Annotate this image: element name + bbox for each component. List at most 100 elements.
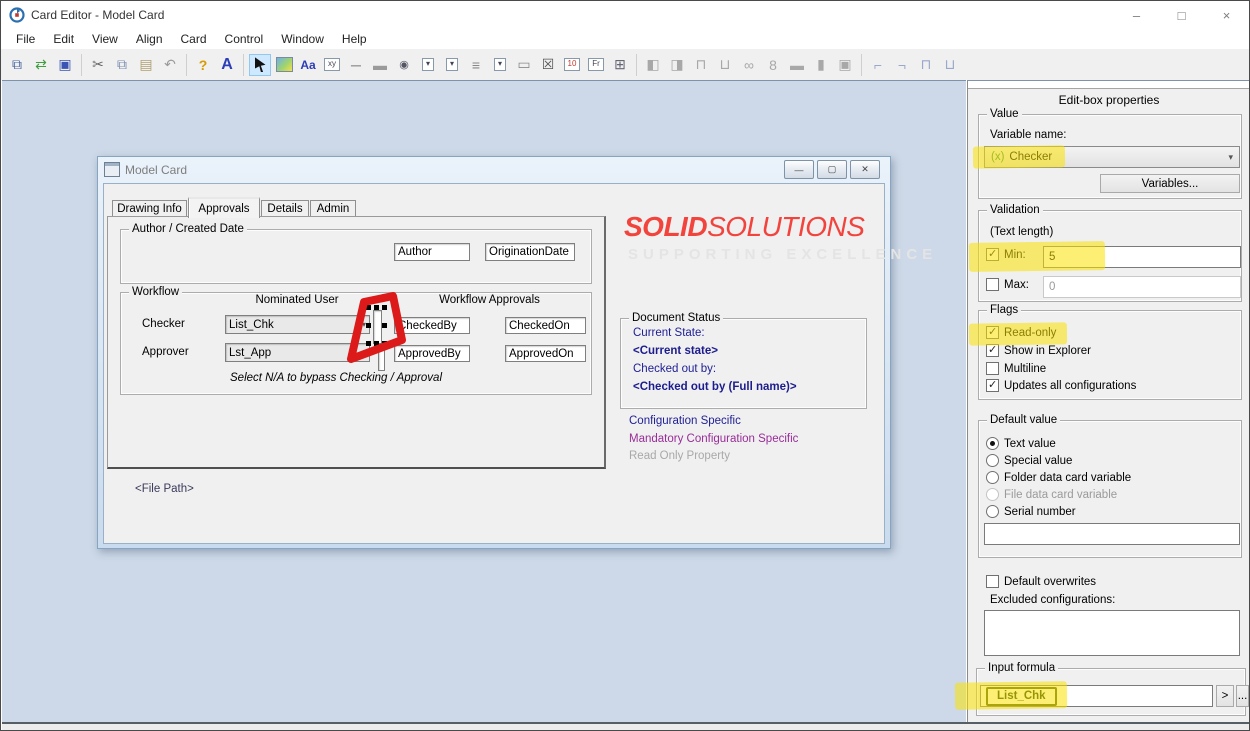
file-data-card-radio [986,488,999,501]
align-lefts-icon[interactable]: ◧ [642,54,664,76]
approver-narrow-editbox[interactable] [378,345,385,371]
checkedon-field[interactable]: CheckedOn [505,317,586,334]
tab-approvals[interactable]: Approvals [188,197,260,218]
approver-combo[interactable]: Lst_App [225,343,370,362]
menu-view[interactable]: View [83,30,127,48]
tab-admin[interactable]: Admin [310,200,356,217]
menu-card[interactable]: Card [172,30,216,48]
read-only-checkbox[interactable] [986,326,999,339]
formula-browse-button[interactable]: ... [1236,685,1249,707]
serial-number-radio[interactable] [986,505,999,518]
menu-control[interactable]: Control [216,30,273,48]
default-value-group-label: Default value [987,413,1060,427]
combo-edit-icon[interactable]: ▾ [489,54,511,76]
menu-file[interactable]: File [7,30,44,48]
formula-token-list-chk[interactable]: List_Chk [986,687,1057,706]
author-field[interactable]: Author [394,243,470,261]
variables-button[interactable]: Variables... [1100,174,1240,193]
help-icon[interactable]: ? [192,54,214,76]
selection-handle[interactable] [374,341,379,346]
space-evenly-across-icon[interactable]: ∞ [738,54,760,76]
new-icon[interactable]: ⧉ [6,54,28,76]
minimize-button[interactable]: – [1114,1,1159,29]
align-bottoms-icon[interactable]: ⊔ [714,54,736,76]
excluded-configurations-box[interactable] [984,610,1240,656]
selection-handle[interactable] [366,323,371,328]
image-control-icon[interactable] [273,54,295,76]
dialog-maximize-button[interactable]: ▢ [817,160,847,179]
align-tops-icon[interactable]: ⊓ [690,54,712,76]
maximize-button[interactable]: □ [1159,1,1204,29]
selection-handle[interactable] [382,305,387,310]
button-control-icon[interactable]: ─ [345,54,367,76]
default-overwrites-checkbox[interactable] [986,575,999,588]
same-size-icon[interactable]: ▣ [834,54,856,76]
same-width-icon[interactable]: ▬ [786,54,808,76]
tab-drawing-info[interactable]: Drawing Info [112,200,187,217]
selection-handle[interactable] [366,305,371,310]
formula-expand-button[interactable]: > [1216,685,1234,707]
menu-align[interactable]: Align [127,30,172,48]
multiline-checkbox[interactable] [986,362,999,375]
read-only-label: Read-only [1004,327,1056,339]
copy-icon[interactable]: ⧉ [111,54,133,76]
text-value-radio[interactable] [986,437,999,450]
max-checkbox[interactable] [986,278,999,291]
tab-order-bottom-icon[interactable]: ⊔ [939,54,961,76]
default-text-value-input[interactable] [984,523,1240,545]
same-height-icon[interactable]: ▮ [810,54,832,76]
min-input[interactable]: 5 [1043,246,1241,268]
variable-name-combo[interactable]: (x) Checker ▾ [984,146,1240,168]
logo-tagline: SUPPORTING EXCELLENCE [628,246,937,263]
cut-icon[interactable]: ✂ [87,54,109,76]
tab-order-right-icon[interactable]: ¬ [891,54,913,76]
dialog-close-button[interactable]: ✕ [850,160,880,179]
close-button[interactable]: × [1204,1,1249,29]
select-tool-icon[interactable] [249,54,271,76]
tab-details[interactable]: Details [261,200,309,217]
font-icon[interactable]: A [216,54,238,76]
special-value-radio[interactable] [986,454,999,467]
approvedby-field[interactable]: ApprovedBy [394,345,470,362]
selection-handle[interactable] [382,323,387,328]
dialog-title-bar[interactable]: Model Card — ▢ ✕ [98,157,890,182]
dialog-minimize-button[interactable]: — [784,160,814,179]
align-rights-icon[interactable]: ◨ [666,54,688,76]
frame-control-icon[interactable]: Fr [585,54,607,76]
input-formula-field[interactable]: List_Chk [980,685,1213,707]
selection-handle[interactable] [374,305,379,310]
list-control-icon[interactable]: ≡ [465,54,487,76]
menu-edit[interactable]: Edit [44,30,83,48]
show-in-explorer-checkbox[interactable] [986,344,999,357]
selection-handle[interactable] [382,341,387,346]
tab-control-icon[interactable]: ▭ [513,54,535,76]
folder-data-card-radio[interactable] [986,471,999,484]
origination-date-field[interactable]: OriginationDate [485,243,575,261]
undo-icon[interactable]: ↶ [159,54,181,76]
frame-xy-icon[interactable]: xy [321,54,343,76]
edit-box-icon[interactable]: ▬ [369,54,391,76]
max-input[interactable]: 0 [1043,276,1241,298]
droplist-icon[interactable]: ▾ [441,54,463,76]
selection-handle[interactable] [366,341,371,346]
approvedon-field[interactable]: ApprovedOn [505,345,586,362]
checker-selected-editbox[interactable] [373,310,382,344]
checker-combo[interactable]: List_Chk ▾ [225,315,370,334]
static-text-icon[interactable]: Aa [297,54,319,76]
menu-help[interactable]: Help [333,30,376,48]
checkedby-field[interactable]: CheckedBy [394,317,470,334]
checkbox-control-icon[interactable]: ☒ [537,54,559,76]
tab-order-top-icon[interactable]: ⊓ [915,54,937,76]
card-tree-icon[interactable]: ⊞ [609,54,631,76]
radio-button-icon[interactable]: ◉ [393,54,415,76]
menu-window[interactable]: Window [272,30,333,48]
date-field-icon[interactable]: 10 [561,54,583,76]
import-export-icon[interactable]: ⇄ [30,54,52,76]
save-icon[interactable]: ▣ [54,54,76,76]
paste-icon[interactable]: ▤ [135,54,157,76]
min-checkbox[interactable] [986,248,999,261]
tab-order-left-icon[interactable]: ⌐ [867,54,889,76]
space-evenly-down-icon[interactable]: 8 [762,54,784,76]
updates-all-configs-checkbox[interactable] [986,379,999,392]
combobox-icon[interactable]: ▾ [417,54,439,76]
